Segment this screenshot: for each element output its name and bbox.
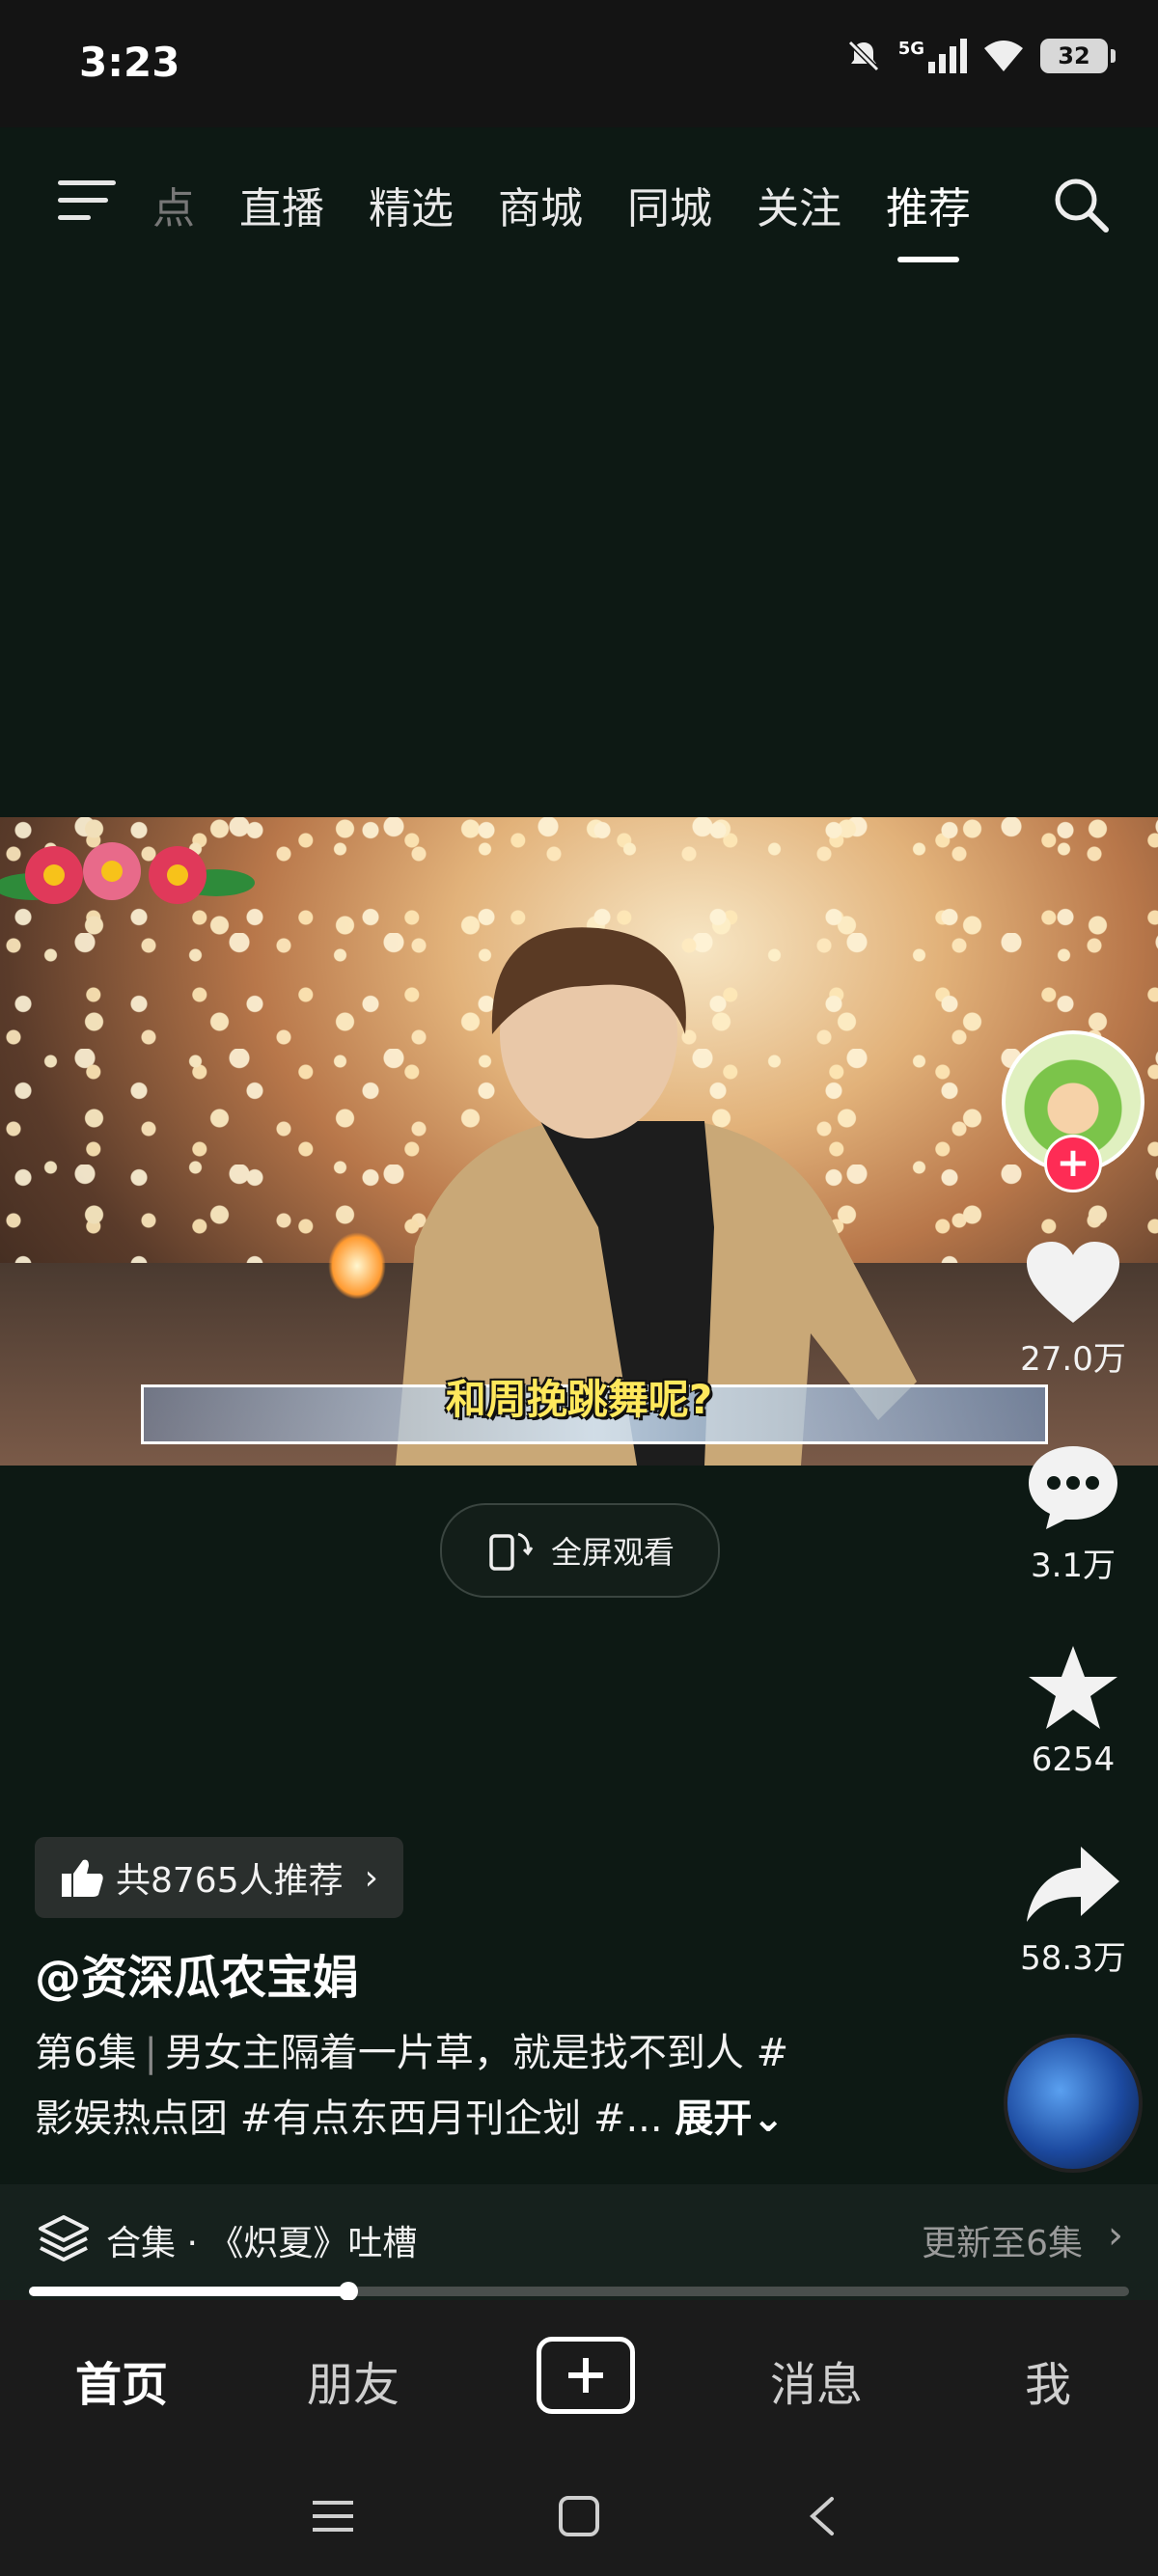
feed-tabs: 点 直播 精选 商城 同城 关注 推荐 [152,174,971,262]
back-icon[interactable] [807,2495,838,2537]
creator-username[interactable]: @资深瓜农宝娟 [35,1939,359,2007]
description-line-1: 第6集 | 男女主隔着一片草，就是找不到人 # [35,2020,903,2086]
share-button[interactable]: 58.3万 [977,1843,1158,1979]
separator: | [144,2031,157,2075]
recent-apps-icon[interactable] [311,2497,355,2535]
battery-indicator: 32 [1040,39,1116,73]
favorite-button[interactable]: 6254 [977,1642,1158,1779]
playback-progress[interactable] [29,2282,1129,2301]
chevron-right-icon: › [1108,2213,1123,2258]
tab-following[interactable]: 关注 [757,174,841,235]
recommend-label: 共8765人推荐 [116,1861,344,1901]
tab-mall[interactable]: 商城 [498,174,583,235]
share-arrow-icon [1027,1847,1119,1922]
chevron-down-icon: ⌄ [752,2096,785,2141]
like-count: 27.0万 [1020,1340,1126,1379]
create-button[interactable] [537,2337,635,2414]
star-icon [1029,1646,1117,1729]
share-count: 58.3万 [1020,1939,1126,1978]
collection-title: 合集 · 《炽夏》吐槽 [106,2224,418,2263]
mute-bell-icon [847,40,879,72]
flower-sticker [0,842,255,904]
rotate-phone-icon [489,1532,534,1571]
status-bar: 3:23 5G 32 [0,0,1158,127]
progress-thumb[interactable] [338,2282,358,2301]
episode-label: 第6集 [35,2031,137,2075]
nav-messages[interactable]: 消息 [770,2346,863,2414]
description-text-2: 影娱热点团 #有点东西月刊企划 #... [35,2096,663,2141]
search-icon[interactable] [1050,174,1112,235]
status-time: 3:23 [79,39,180,86]
signal-icon: 5G [898,39,967,73]
nav-friends[interactable]: 朋友 [307,2346,400,2414]
tab-recommended[interactable]: 推荐 [886,174,971,262]
comment-count: 3.1万 [1030,1547,1117,1585]
chevron-right-icon: › [364,1857,379,1898]
tab-nearby[interactable]: 同城 [627,174,712,235]
expand-label: 展开 [675,2096,753,2141]
bottom-nav: 首页 朋友 消息 我 [0,2300,1158,2454]
plus-icon [568,2358,603,2393]
campfire [328,1232,386,1300]
description-text-1: 男女主隔着一片草，就是找不到人 # [164,2031,789,2075]
heart-icon [1027,1242,1119,1323]
tab-partial[interactable]: 点 [152,174,195,235]
network-label: 5G [897,39,924,59]
nav-me[interactable]: 我 [1025,2346,1071,2414]
wifi-icon [984,41,1023,71]
fullscreen-label: 全屏观看 [550,1534,675,1571]
menu-icon[interactable] [58,180,116,225]
tab-featured[interactable]: 精选 [369,174,454,235]
collection-bar[interactable]: 合集 · 《炽夏》吐槽 更新至6集 › [0,2184,1158,2300]
favorite-count: 6254 [1031,1740,1116,1779]
fullscreen-button[interactable]: 全屏观看 [440,1503,720,1598]
music-disc[interactable] [1004,2034,1143,2173]
layers-icon [39,2215,89,2261]
tab-live[interactable]: 直播 [239,174,324,235]
like-button[interactable]: 27.0万 [977,1240,1158,1380]
nav-home[interactable]: 首页 [75,2346,168,2414]
recommend-chip[interactable]: 共8765人推荐 › [35,1837,404,1918]
description-line-2: 影娱热点团 #有点东西月刊企划 #... 展开⌄ [35,2086,903,2151]
thumbs-up-icon [62,1859,103,1897]
post-description[interactable]: 第6集 | 男女主隔着一片草，就是找不到人 # 影娱热点团 #有点东西月刊企划 #.… [35,2020,903,2151]
status-icons: 5G 32 [844,37,1116,75]
comment-button[interactable]: 3.1万 [977,1442,1158,1586]
top-nav: 点 直播 精选 商城 同城 关注 推荐 [0,127,1158,272]
collection-update: 更新至6集 [922,2224,1083,2263]
comment-icon [1029,1446,1117,1529]
expand-link[interactable]: 展开⌄ [675,2096,785,2141]
home-square-icon[interactable] [558,2495,600,2537]
follow-button[interactable]: + [1044,1135,1102,1192]
system-nav-bar [0,2454,1158,2576]
progress-fill [29,2287,348,2296]
